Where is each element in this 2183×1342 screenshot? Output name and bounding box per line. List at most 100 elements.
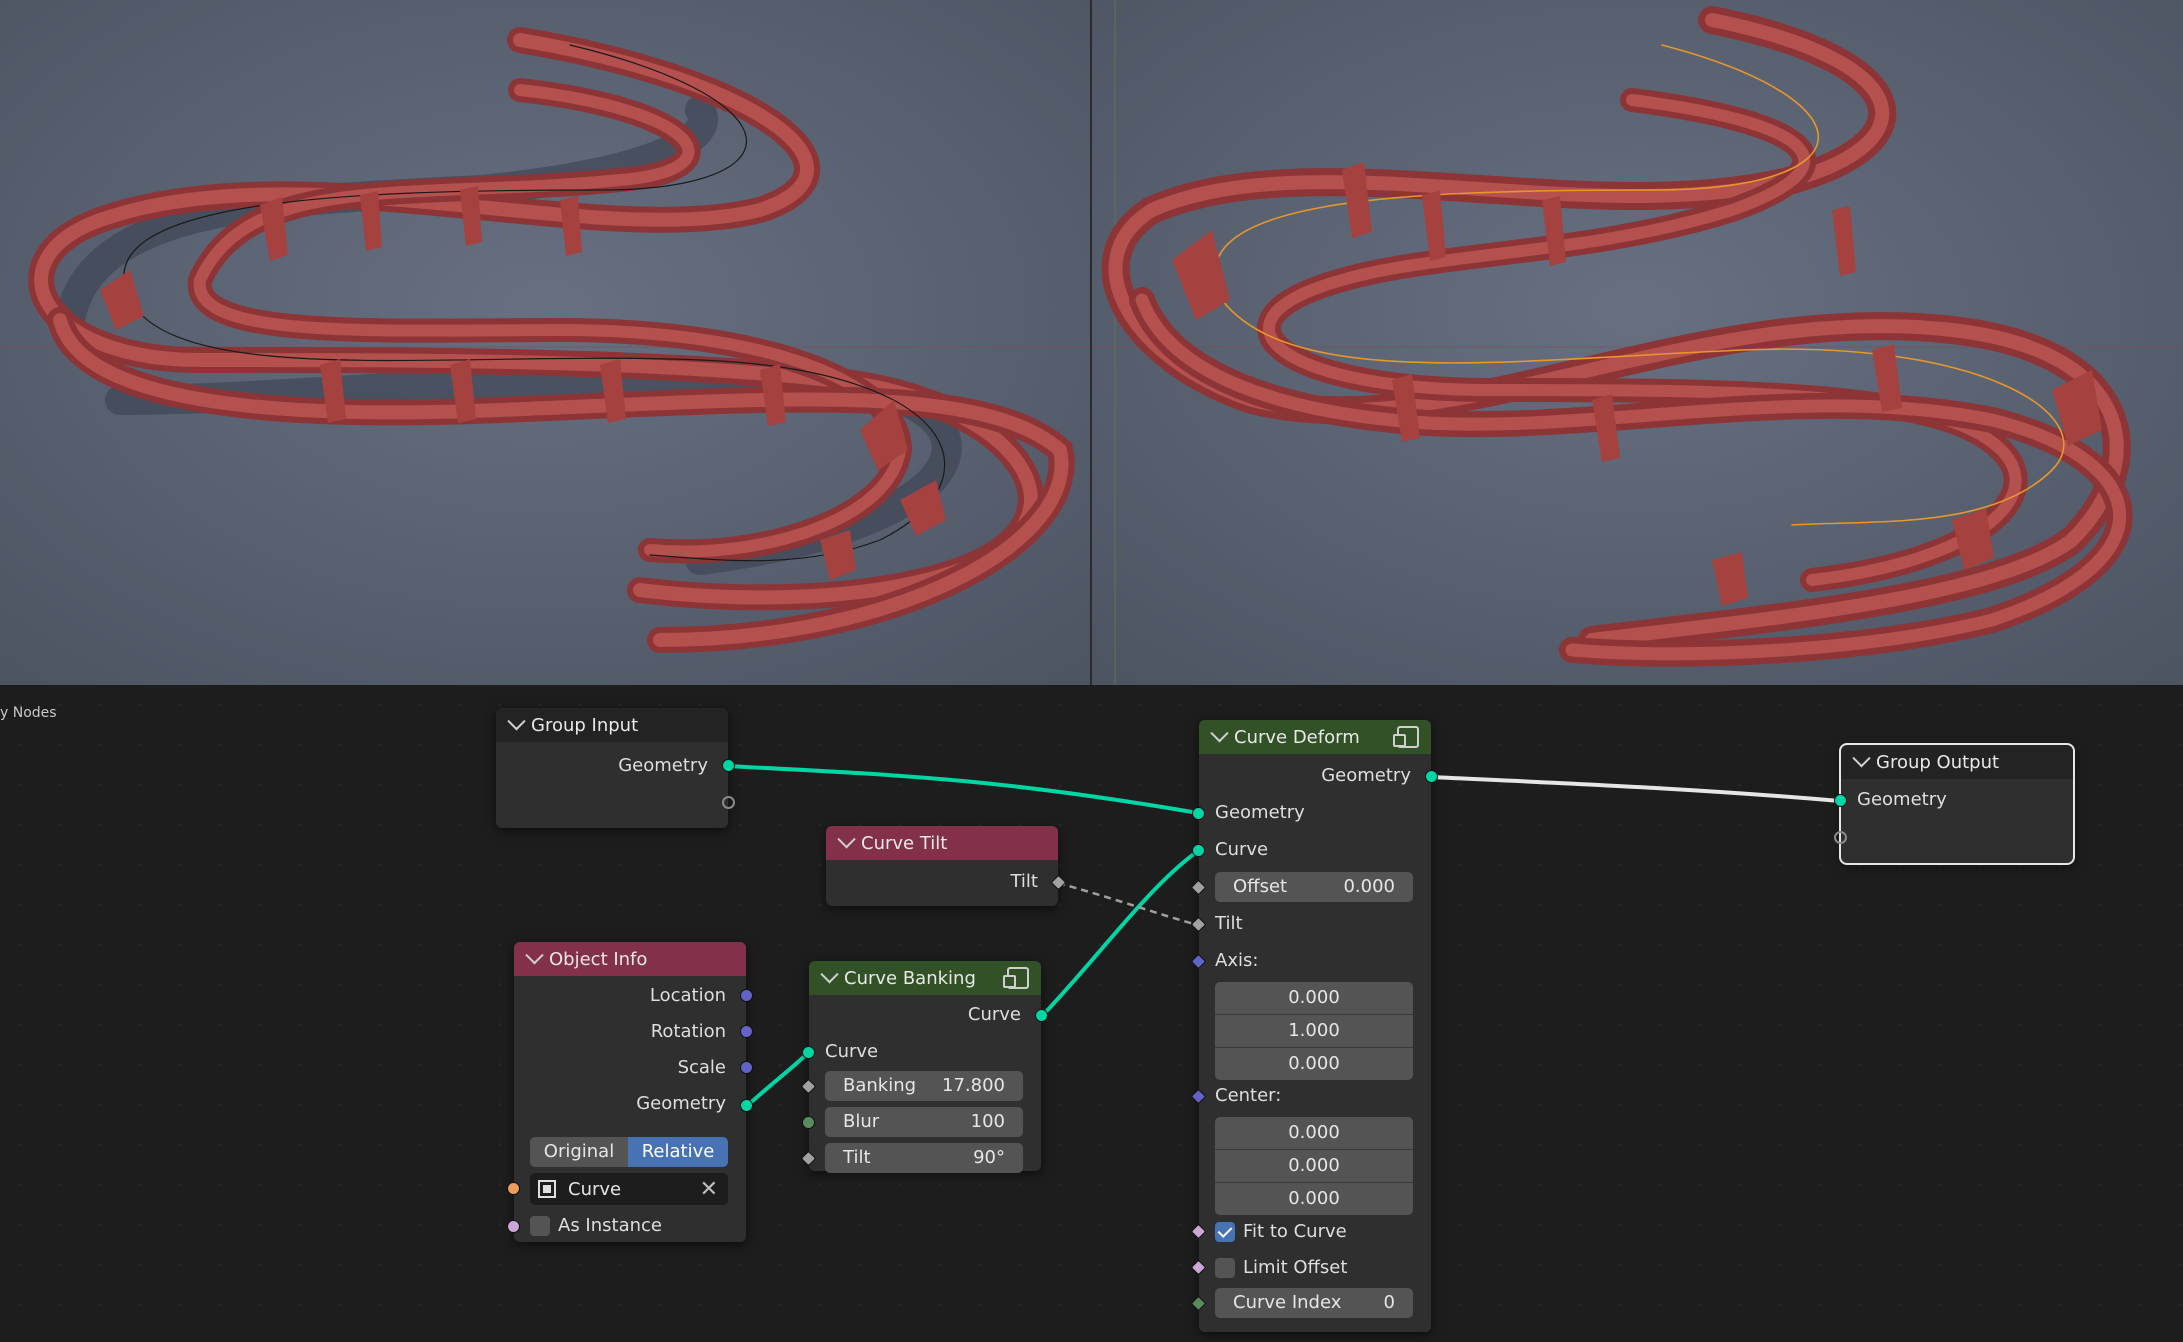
node-curve-banking[interactable]: Curve Banking Curve Curve Banking 17.800… xyxy=(800,961,1048,1173)
node-header[interactable]: Curve Tilt xyxy=(826,826,1058,860)
socket-axis-in[interactable] xyxy=(1190,953,1207,970)
node-header[interactable]: Curve Deform xyxy=(1199,720,1431,754)
object-field[interactable]: Curve ✕ xyxy=(530,1173,728,1205)
node-title: Curve Deform xyxy=(1234,726,1360,748)
axis-z-value[interactable]: 0.000 xyxy=(1215,1048,1413,1080)
output-curve-label: Curve xyxy=(967,1004,1021,1025)
center-z-value[interactable]: 0.000 xyxy=(1215,1183,1413,1215)
socket-center-in[interactable] xyxy=(1190,1088,1207,1105)
blur-field[interactable]: Blur 100 xyxy=(825,1107,1023,1137)
link-banking-to-deform[interactable] xyxy=(1040,849,1200,1018)
output-scale-label: Scale xyxy=(677,1057,726,1078)
node-curve-tilt[interactable]: Curve Tilt Tilt xyxy=(826,826,1067,906)
socket-location-out[interactable] xyxy=(740,989,753,1002)
link-deform-to-output[interactable] xyxy=(1430,775,1841,803)
transform-space-toggle[interactable]: Original Relative xyxy=(530,1137,728,1167)
socket-tilt-in[interactable] xyxy=(1190,916,1207,933)
node-header[interactable]: Group Output xyxy=(1841,745,2073,779)
input-curve-label: Curve xyxy=(825,1041,879,1062)
node-group-input[interactable]: Group Input Geometry xyxy=(496,708,735,828)
socket-curve-in[interactable] xyxy=(802,1046,815,1059)
socket-limit-offset-in[interactable] xyxy=(1190,1259,1207,1276)
socket-tilt-out[interactable] xyxy=(1050,874,1067,891)
fit-to-curve-label: Fit to Curve xyxy=(1243,1221,1347,1242)
chevron-down-icon[interactable] xyxy=(837,829,856,848)
center-label: Center: xyxy=(1215,1085,1282,1106)
socket-geometry-out[interactable] xyxy=(740,1099,753,1112)
center-y-value[interactable]: 0.000 xyxy=(1215,1150,1413,1183)
socket-geometry-in[interactable] xyxy=(1834,794,1847,807)
output-rotation-label: Rotation xyxy=(650,1021,726,1042)
tilt-value: 90° xyxy=(973,1147,1005,1168)
editor-title: y Nodes xyxy=(0,705,57,721)
node-group-icon[interactable] xyxy=(1393,726,1419,748)
node-title: Curve Banking xyxy=(844,967,976,989)
limit-offset-label: Limit Offset xyxy=(1243,1257,1348,1278)
offset-field[interactable]: Offset 0.000 xyxy=(1215,872,1413,902)
node-group-output[interactable]: Group Output Geometry xyxy=(1834,743,2075,865)
node-header[interactable]: Group Input xyxy=(496,708,728,742)
mode-original-button[interactable]: Original xyxy=(530,1137,628,1167)
close-icon[interactable]: ✕ xyxy=(700,1177,718,1202)
link-input-to-deform[interactable] xyxy=(726,764,1199,815)
socket-geometry-out[interactable] xyxy=(722,759,735,772)
mode-relative-button[interactable]: Relative xyxy=(628,1137,728,1167)
socket-curve-in[interactable] xyxy=(1192,844,1205,857)
chevron-down-icon[interactable] xyxy=(1852,748,1871,767)
input-geometry-label: Geometry xyxy=(1215,802,1305,823)
limit-offset-checkbox[interactable] xyxy=(1215,1258,1235,1278)
chevron-down-icon[interactable] xyxy=(525,945,544,964)
as-instance-label: As Instance xyxy=(558,1215,662,1236)
center-x-value[interactable]: 0.000 xyxy=(1215,1117,1413,1150)
node-group-icon[interactable] xyxy=(1003,967,1029,989)
socket-banking-in[interactable] xyxy=(800,1078,817,1095)
blur-value: 100 xyxy=(970,1111,1005,1132)
chevron-down-icon[interactable] xyxy=(820,964,839,983)
socket-curve-out[interactable] xyxy=(1035,1009,1048,1022)
viewport-left-render xyxy=(0,0,1091,685)
node-header[interactable]: Object Info xyxy=(514,942,746,976)
viewport-left[interactable] xyxy=(0,0,1091,685)
axis-x-value[interactable]: 0.000 xyxy=(1215,982,1413,1015)
socket-empty-out[interactable] xyxy=(722,796,735,809)
socket-scale-out[interactable] xyxy=(740,1061,753,1074)
socket-offset-in[interactable] xyxy=(1190,879,1207,896)
node-header[interactable]: Curve Banking xyxy=(809,961,1041,995)
socket-curve-index-in[interactable] xyxy=(1190,1295,1207,1312)
object-icon xyxy=(538,1180,556,1198)
socket-blur-in[interactable] xyxy=(802,1116,815,1129)
chevron-down-icon[interactable] xyxy=(507,711,526,730)
curve-index-label: Curve Index xyxy=(1233,1292,1342,1313)
socket-rotation-out[interactable] xyxy=(740,1025,753,1038)
socket-geometry-in[interactable] xyxy=(1192,807,1205,820)
socket-as-instance-in[interactable] xyxy=(507,1220,520,1233)
socket-fit-to-curve-in[interactable] xyxy=(1190,1223,1207,1240)
socket-tilt-in[interactable] xyxy=(800,1150,817,1167)
banking-label: Banking xyxy=(843,1075,917,1096)
node-editor[interactable]: y Nodes Group Input Geometry Curve Tilt … xyxy=(0,685,2183,1342)
link-tilt-to-deform[interactable] xyxy=(1057,881,1199,927)
curve-index-field[interactable]: Curve Index 0 xyxy=(1215,1288,1413,1318)
tilt-field[interactable]: Tilt 90° xyxy=(825,1143,1023,1173)
as-instance-checkbox[interactable] xyxy=(530,1216,550,1236)
viewport-right-render xyxy=(1092,0,2183,685)
banking-value: 17.800 xyxy=(942,1075,1005,1096)
axis-vector-field[interactable]: 0.000 1.000 0.000 xyxy=(1215,982,1413,1080)
input-geometry-label: Geometry xyxy=(1857,789,1947,810)
fit-to-curve-checkbox[interactable] xyxy=(1215,1222,1235,1242)
socket-geometry-out[interactable] xyxy=(1425,770,1438,783)
output-tilt-label: Tilt xyxy=(1010,871,1038,892)
center-vector-field[interactable]: 0.000 0.000 0.000 xyxy=(1215,1117,1413,1215)
node-curve-deform[interactable]: Curve Deform Geometry Geometry Curve Off… xyxy=(1190,720,1438,1332)
axis-y-value[interactable]: 1.000 xyxy=(1215,1015,1413,1048)
link-object-to-banking[interactable] xyxy=(745,1051,810,1108)
viewport-divider[interactable] xyxy=(1090,0,1092,685)
node-object-info[interactable]: Object Info Location Rotation Scale Geom… xyxy=(507,942,753,1242)
socket-empty-in[interactable] xyxy=(1834,831,1847,844)
socket-object-in[interactable] xyxy=(507,1182,520,1195)
banking-field[interactable]: Banking 17.800 xyxy=(825,1071,1023,1101)
axis-label: Axis: xyxy=(1215,950,1259,971)
output-geometry-label: Geometry xyxy=(636,1093,726,1114)
viewport-right[interactable] xyxy=(1092,0,2183,685)
chevron-down-icon[interactable] xyxy=(1210,723,1229,742)
